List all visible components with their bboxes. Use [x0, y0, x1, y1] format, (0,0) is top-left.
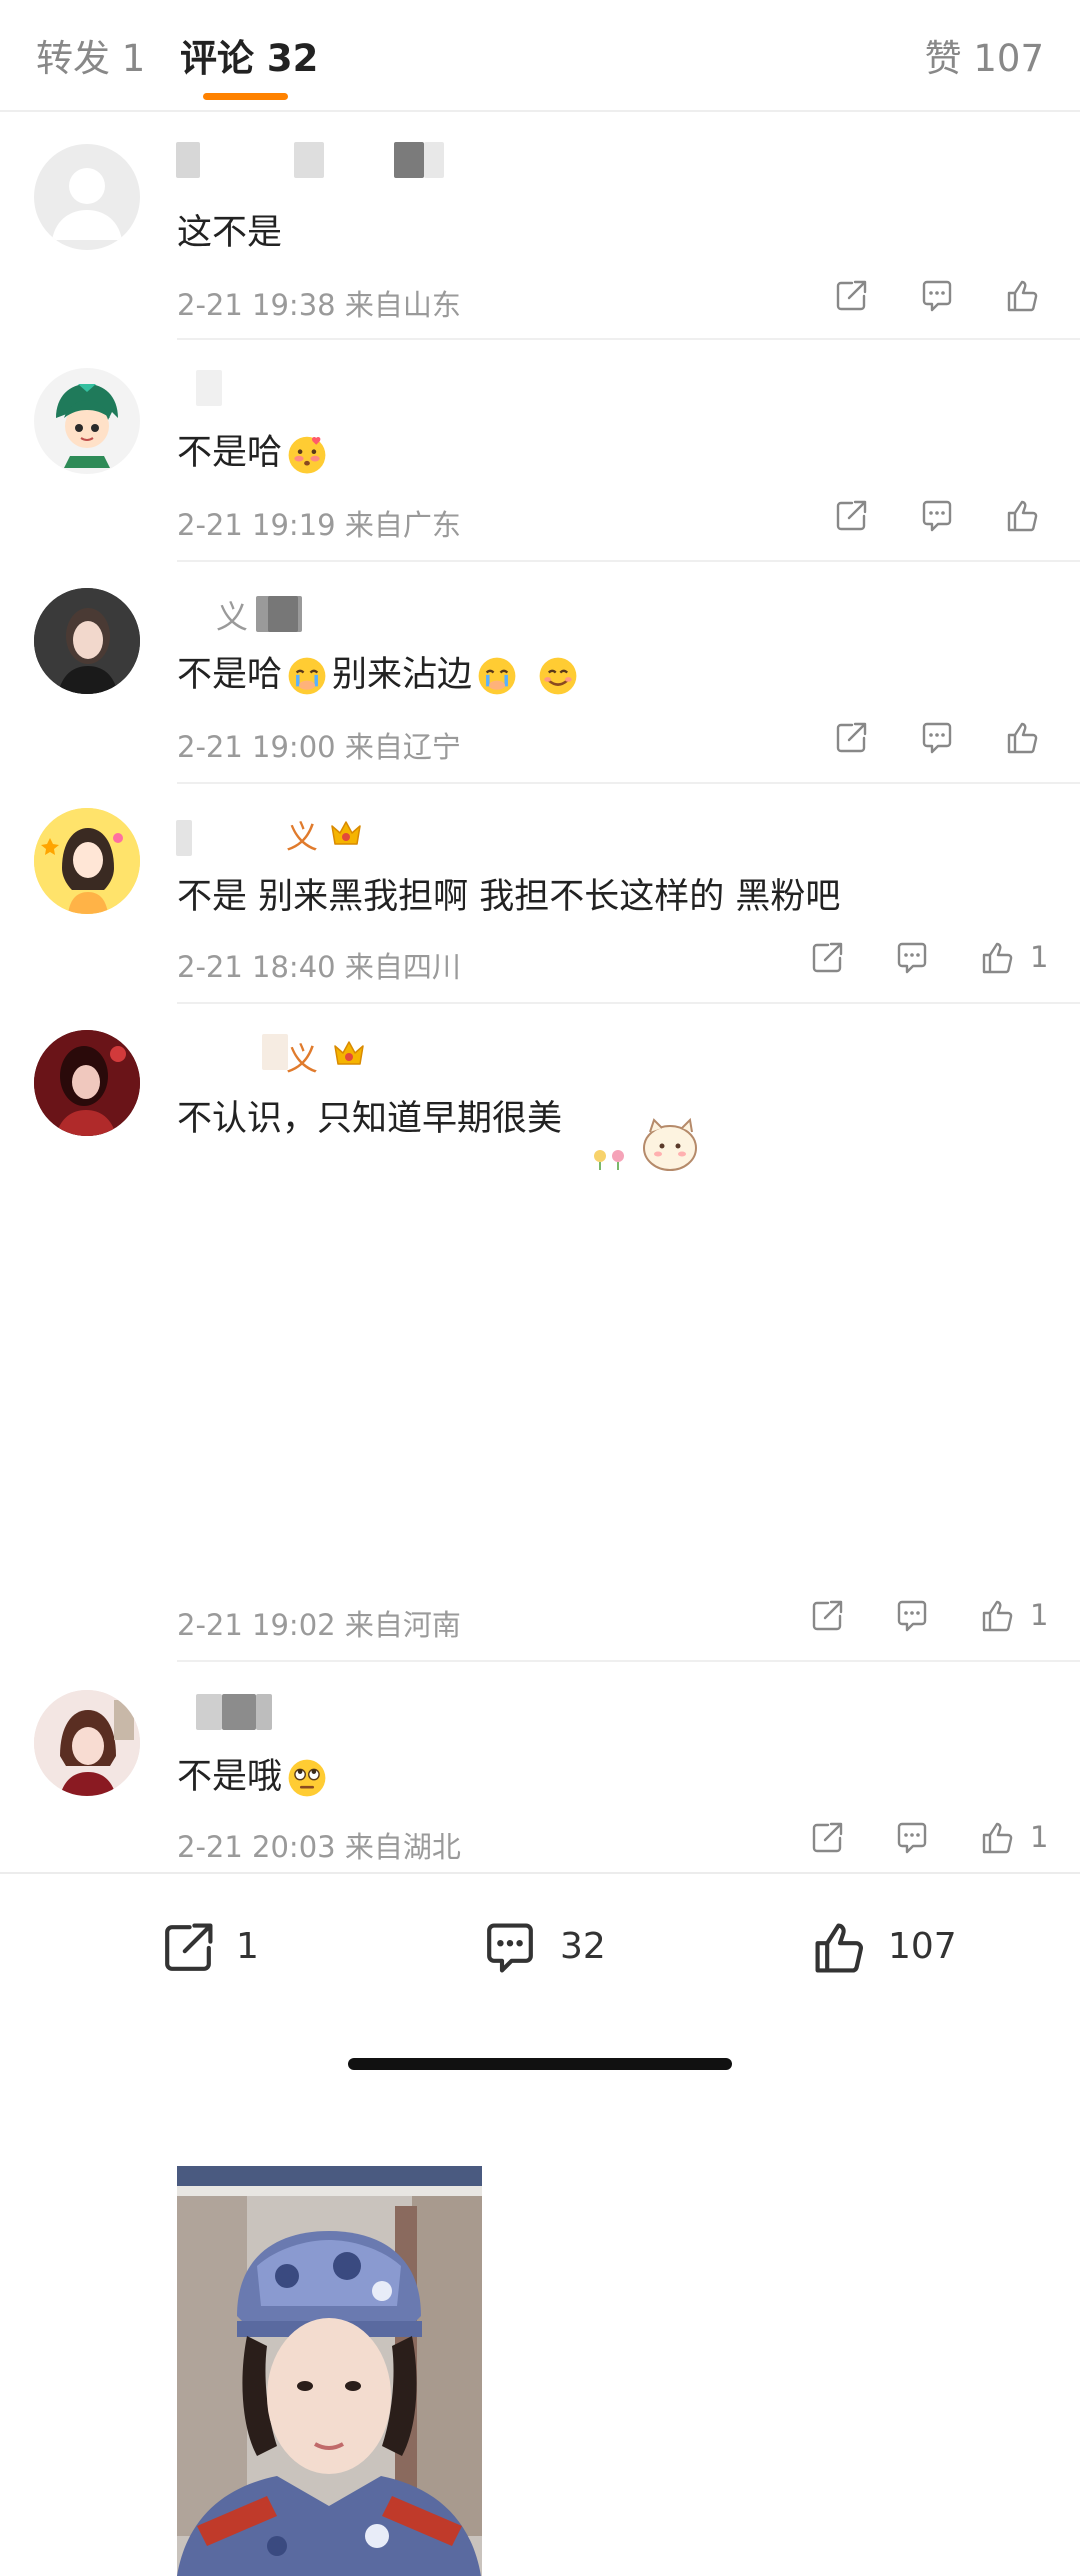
cartoon-avatar-icon	[56, 384, 118, 468]
comment-item: 这不是 2-21 19:38 来自山东	[0, 110, 1080, 340]
crying-emoji	[284, 653, 330, 699]
comment-icon[interactable]	[892, 1596, 932, 1636]
username-char[interactable]: 义	[286, 812, 318, 858]
like-button[interactable]	[808, 1916, 872, 1986]
comment-icon[interactable]	[892, 938, 932, 978]
like-count: 1	[1030, 1598, 1049, 1632]
soldier-photo-image	[177, 2166, 482, 2576]
share-icon[interactable]	[831, 496, 871, 536]
comment-image[interactable]	[177, 2166, 482, 2576]
comment-item: 不是哈 2-21 19:19 来自广东	[0, 340, 1080, 562]
comment-text: 不是哈 别来沾边	[177, 646, 583, 699]
comment-meta: 2-21 19:19 来自广东	[177, 508, 461, 542]
like-icon[interactable]	[978, 1596, 1018, 1636]
avatar[interactable]	[34, 144, 140, 250]
username-char[interactable]: 义	[216, 592, 248, 638]
username-char[interactable]: 义	[286, 1034, 318, 1080]
comment-icon	[478, 1916, 542, 1980]
avatar[interactable]	[34, 1030, 140, 1136]
comment-text: 这不是	[177, 213, 283, 253]
comment-icon[interactable]	[917, 718, 957, 758]
share-icon[interactable]	[831, 718, 871, 758]
comment-item: 义 不是 别来黑我担啊 我担不长这样的 黑粉吧 2-21 18:40 来自四川 …	[0, 784, 1080, 1004]
smile-emoji	[535, 653, 581, 699]
comment-item: 不是哦 2-21 20:03 来自湖北 1	[0, 1662, 1080, 1872]
avatar[interactable]	[34, 368, 140, 474]
comment-icon[interactable]	[917, 276, 957, 316]
comment-count: 32	[560, 1926, 606, 1967]
comment-text: 不是哦	[177, 1748, 332, 1801]
default-avatar-icon	[52, 168, 122, 240]
like-icon[interactable]	[1003, 276, 1043, 316]
like-icon[interactable]	[1003, 496, 1043, 536]
crying-emoji	[474, 653, 520, 699]
share-icon[interactable]	[807, 1596, 847, 1636]
share-button[interactable]	[156, 1916, 220, 1986]
photo-avatar-icon	[34, 1690, 140, 1796]
comment-item: 义 不是哈 别来沾边 2-21 19:00 来自辽宁	[0, 562, 1080, 784]
tab-bar: 转发 1 评论 32 赞 107	[0, 0, 1080, 112]
comment-icon[interactable]	[917, 496, 957, 536]
like-count: 1	[1030, 940, 1049, 974]
like-count: 107	[888, 1926, 957, 1967]
comment-meta: 2-21 19:38 来自山东	[177, 288, 461, 322]
like-icon	[808, 1916, 872, 1980]
photo-avatar-icon	[34, 1030, 140, 1136]
eye-roll-emoji	[284, 1755, 330, 1801]
cartoon-cat-sticker-icon	[594, 1117, 697, 1171]
blushing-hands-emoji	[284, 431, 330, 477]
tab-repost[interactable]: 转发 1	[36, 28, 145, 82]
like-count: 1	[1030, 1820, 1049, 1854]
avatar[interactable]	[34, 1690, 140, 1796]
comment-meta: 2-21 20:03 来自湖北	[177, 1830, 461, 1864]
home-indicator[interactable]	[348, 2058, 732, 2070]
share-icon[interactable]	[831, 276, 871, 316]
cartoon-avatar-icon	[34, 808, 140, 914]
tab-active-indicator	[203, 93, 288, 100]
comment-meta: 2-21 19:02 来自河南	[177, 1608, 461, 1642]
like-icon[interactable]	[978, 1818, 1018, 1858]
comment-text: 不是 别来黑我担啊 我担不长这样的 黑粉吧	[177, 877, 841, 917]
like-icon[interactable]	[978, 938, 1018, 978]
tab-comment[interactable]: 评论 32	[180, 28, 318, 82]
share-icon[interactable]	[807, 1818, 847, 1858]
tab-like[interactable]: 赞 107	[925, 28, 1044, 82]
avatar[interactable]	[34, 588, 140, 694]
share-count: 1	[236, 1926, 259, 1967]
comment-text: 不是哈	[177, 424, 332, 477]
vip-crown-icon	[326, 1032, 372, 1072]
comment-meta: 2-21 19:00 来自辽宁	[177, 730, 461, 764]
comment-meta: 2-21 18:40 来自四川	[177, 950, 461, 984]
share-icon[interactable]	[807, 938, 847, 978]
comment-icon[interactable]	[892, 1818, 932, 1858]
avatar[interactable]	[34, 808, 140, 914]
share-icon	[156, 1916, 220, 1980]
vip-crown-icon	[326, 812, 366, 852]
comment-item: 义 不认识，只知道早期很美 2-21 19:02 来自河南 1	[0, 1004, 1080, 2576]
comment-text: 不认识，只知道早期很美	[177, 1099, 563, 1139]
photo-avatar-icon	[34, 588, 140, 694]
like-icon[interactable]	[1003, 718, 1043, 758]
comment-button[interactable]	[478, 1916, 542, 1986]
